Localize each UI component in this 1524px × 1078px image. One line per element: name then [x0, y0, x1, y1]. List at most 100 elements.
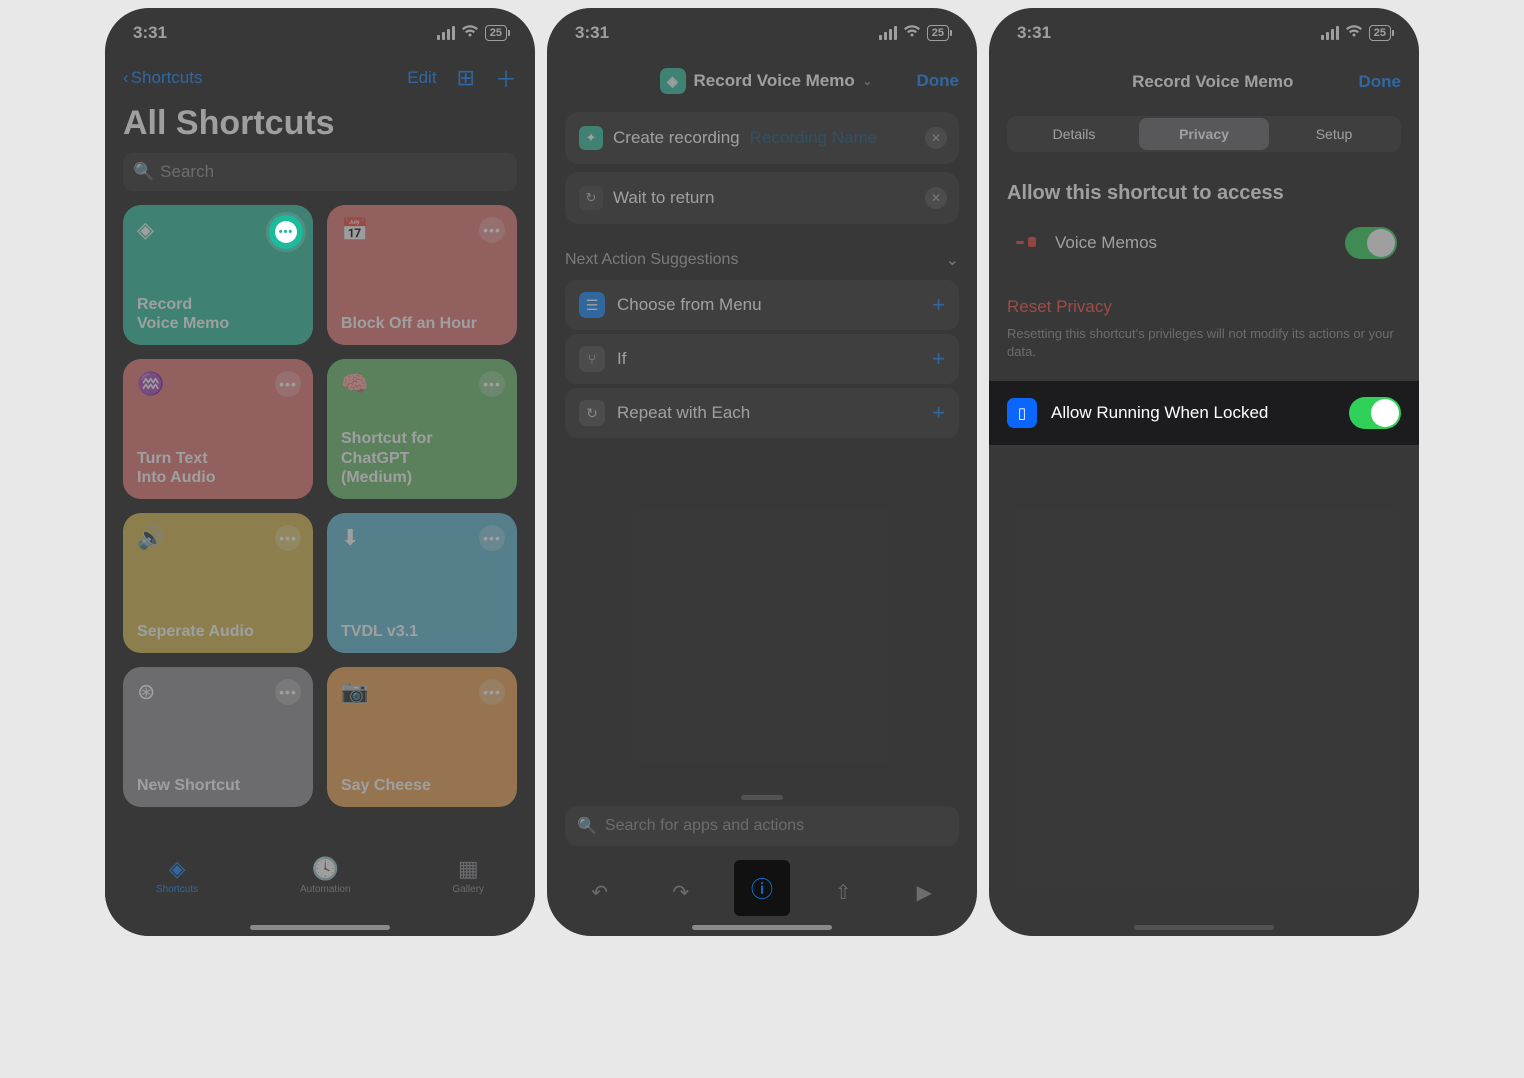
share-button[interactable]: ⇧ [823, 872, 863, 912]
shortcut-tile[interactable]: ⊛ ••• New Shortcut [123, 667, 313, 807]
access-label: Voice Memos [1055, 233, 1157, 253]
tile-more-button[interactable]: ••• [275, 679, 301, 705]
segment-privacy[interactable]: Privacy [1139, 118, 1269, 150]
status-time: 3:31 [133, 23, 167, 43]
segment-control[interactable]: Details Privacy Setup [1007, 116, 1401, 152]
add-button[interactable]: ＋ [495, 62, 517, 94]
suggestion-row[interactable]: ☰ Choose from Menu + [565, 280, 959, 330]
voice-memo-icon: ✦ [579, 126, 603, 150]
shortcut-tile[interactable]: 📷 ••• Say Cheese [327, 667, 517, 807]
nav-bar: ◈ Record Voice Memo ⌄ Done [547, 58, 977, 104]
battery-icon: 25 [1369, 25, 1391, 41]
page-title: All Shortcuts [105, 100, 535, 153]
segment-details[interactable]: Details [1009, 118, 1139, 150]
screen-all-shortcuts: 3:31 25 ‹ Shortcuts Edit ⊞ ＋ All Shortcu… [105, 8, 535, 936]
access-toggle[interactable] [1345, 227, 1397, 259]
chevron-down-icon: ⌄ [946, 250, 959, 270]
home-indicator[interactable] [250, 925, 390, 930]
suggestion-row[interactable]: ↻ Repeat with Each + [565, 388, 959, 438]
wait-icon: ↻ [579, 186, 603, 210]
menu-icon: ☰ [579, 292, 605, 318]
reset-privacy-button[interactable]: Reset Privacy [989, 283, 1419, 325]
lock-phone-icon: ▯ [1007, 398, 1037, 428]
tab-shortcuts[interactable]: ◈Shortcuts [156, 856, 198, 895]
action-text: Create recording [613, 128, 740, 148]
voice-memos-icon [1011, 228, 1041, 258]
shortcut-tile[interactable]: 🔊 ••• Seperate Audio [123, 513, 313, 653]
wifi-icon [1345, 23, 1363, 43]
chevron-left-icon: ‹ [123, 68, 129, 88]
shortcut-title[interactable]: ◈ Record Voice Memo ⌄ [660, 68, 872, 94]
status-bar: 3:31 25 [105, 8, 535, 58]
wifi-icon [461, 23, 479, 43]
home-indicator[interactable] [692, 925, 832, 930]
search-placeholder: Search for apps and actions [605, 817, 804, 835]
action-create-recording[interactable]: ✦ Create recording Recording Name ✕ [565, 112, 959, 164]
remove-action-button[interactable]: ✕ [925, 187, 947, 209]
done-button[interactable]: Done [916, 71, 959, 91]
sheet-handle[interactable] [741, 795, 783, 800]
tile-label: New Shortcut [137, 776, 299, 795]
undo-button[interactable]: ↶ [580, 872, 620, 912]
grid-icon[interactable]: ⊞ [457, 65, 475, 91]
search-input[interactable]: 🔍 Search [123, 153, 517, 191]
tile-more-button[interactable]: ••• [275, 371, 301, 397]
shortcut-color-icon: ◈ [660, 68, 686, 94]
locked-label: Allow Running When Locked [1051, 403, 1268, 423]
action-wait-return[interactable]: ↻ Wait to return ✕ [565, 172, 959, 224]
allow-when-locked-row: ▯ Allow Running When Locked [989, 381, 1419, 445]
search-placeholder: Search [160, 162, 214, 182]
tile-more-highlight[interactable]: ••• [269, 215, 303, 249]
tile-more-button[interactable]: ••• [479, 679, 505, 705]
add-suggestion-button[interactable]: + [932, 400, 945, 426]
screen-shortcut-editor: 3:31 25 ◈ Record Voice Memo ⌄ Done ✦ Cre… [547, 8, 977, 936]
add-suggestion-button[interactable]: + [932, 346, 945, 372]
action-param[interactable]: Recording Name [750, 128, 878, 148]
locked-toggle[interactable] [1349, 397, 1401, 429]
shortcut-tile[interactable]: 🧠 ••• Shortcut for ChatGPT (Medium) [327, 359, 517, 499]
chevron-down-icon: ⌄ [863, 75, 872, 88]
tile-more-button[interactable]: ••• [275, 525, 301, 551]
done-button[interactable]: Done [1358, 72, 1401, 92]
tile-label: Shortcut for ChatGPT (Medium) [341, 429, 503, 487]
run-button[interactable]: ▶ [904, 872, 944, 912]
segment-setup[interactable]: Setup [1269, 118, 1399, 150]
repeat-icon: ↻ [579, 400, 605, 426]
reset-privacy-note: Resetting this shortcut's privileges wil… [989, 325, 1419, 381]
info-button-highlight[interactable]: ⓘ [734, 860, 790, 916]
tile-label: Block Off an Hour [341, 314, 503, 333]
tab-gallery[interactable]: ▦Gallery [452, 856, 484, 895]
home-indicator[interactable] [1134, 925, 1274, 930]
search-icon: 🔍 [133, 162, 154, 182]
signal-icon [437, 26, 455, 40]
shortcut-tile[interactable]: 📅 ••• Block Off an Hour [327, 205, 517, 345]
back-button[interactable]: ‹ Shortcuts [123, 68, 202, 88]
branch-icon: ⑂ [579, 346, 605, 372]
tile-more-button[interactable]: ••• [479, 217, 505, 243]
shortcuts-icon: ◈ [169, 856, 186, 882]
tile-more-button[interactable]: ••• [479, 371, 505, 397]
automation-icon: 🕓 [312, 856, 339, 882]
tile-label: Record Voice Memo [137, 295, 299, 333]
tab-automation[interactable]: 🕓Automation [300, 856, 351, 895]
suggestion-row[interactable]: ⑂ If + [565, 334, 959, 384]
status-bar: 3:31 25 [989, 8, 1419, 58]
shortcut-tile[interactable]: ♒ ••• Turn Text Into Audio [123, 359, 313, 499]
page-title: Record Voice Memo [1132, 72, 1293, 92]
suggestion-label: Choose from Menu [617, 295, 762, 315]
tile-label: Turn Text Into Audio [137, 449, 299, 487]
gallery-icon: ▦ [458, 856, 479, 882]
back-label: Shortcuts [131, 68, 203, 88]
access-row-voice-memos: Voice Memos [1007, 219, 1401, 267]
remove-action-button[interactable]: ✕ [925, 127, 947, 149]
action-search-input[interactable]: 🔍 Search for apps and actions [565, 806, 959, 846]
tab-bar: ◈Shortcuts 🕓Automation ▦Gallery [105, 846, 535, 936]
tile-more-button[interactable]: ••• [479, 525, 505, 551]
redo-button[interactable]: ↷ [661, 872, 701, 912]
edit-button[interactable]: Edit [407, 68, 436, 88]
status-time: 3:31 [1017, 23, 1051, 43]
shortcut-tile[interactable]: ⬇ ••• TVDL v3.1 [327, 513, 517, 653]
shortcut-tile[interactable]: ••• ◈ ••• Record Voice Memo [123, 205, 313, 345]
add-suggestion-button[interactable]: + [932, 292, 945, 318]
suggestions-header[interactable]: Next Action Suggestions ⌄ [547, 232, 977, 276]
